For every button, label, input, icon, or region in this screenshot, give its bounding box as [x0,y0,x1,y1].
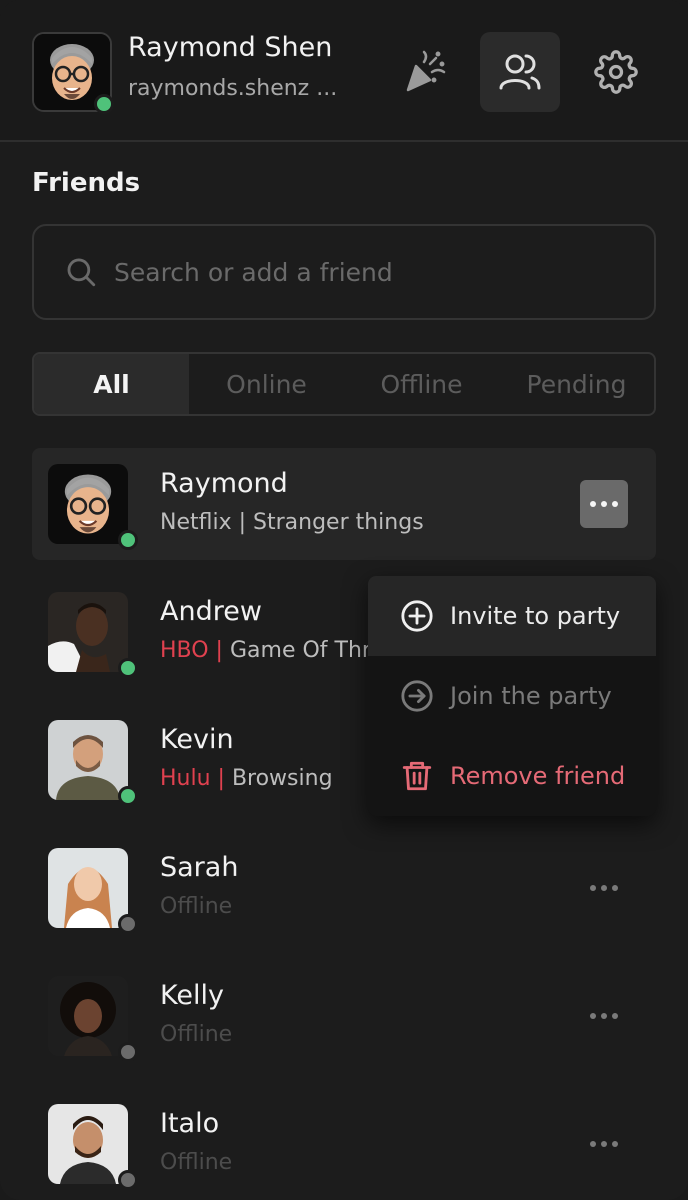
dot-icon [590,1013,596,1019]
kelly-photo [48,976,128,1056]
dot-icon [601,501,607,507]
andrew-photo [48,592,128,672]
profile-header: Raymond Shen raymonds.shenz ... [0,0,688,142]
dot-icon [601,885,607,891]
friend-activity: Offline [160,894,233,919]
friend-row[interactable]: Italo Offline [32,1088,656,1200]
friends-panel: Raymond Shen raymonds.shenz ... Friends … [0,0,688,1200]
friend-activity: Hulu | Browsing [160,766,333,791]
friend-activity: Offline [160,1022,233,1047]
friend-name: Andrew [160,596,262,627]
search-input[interactable] [114,257,614,287]
more-options-button[interactable] [580,992,628,1040]
search-box [32,224,656,320]
party-button[interactable] [384,32,464,112]
dot-icon [612,501,618,507]
party-popper-icon [406,50,446,92]
friend-row[interactable]: Sarah Offline [32,832,656,944]
friend-activity: Offline [160,1150,233,1175]
dot-icon [590,1141,596,1147]
avatar [48,464,138,550]
more-options-button[interactable] [580,1120,628,1168]
tab-online[interactable]: Online [189,354,344,414]
invite-to-party-item[interactable]: Invite to party [368,576,656,656]
friend-row[interactable]: Raymond Netflix | Stranger things [32,448,656,560]
gear-icon [594,50,638,94]
friend-name: Raymond [160,468,288,499]
dot-icon [590,501,596,507]
friend-name: Kelly [160,980,224,1011]
avatar [48,1104,138,1190]
friend-name: Italo [160,1108,220,1139]
user-avatar[interactable] [32,32,114,114]
avatar [48,976,138,1062]
offline-status-dot [118,914,138,934]
remove-friend-item[interactable]: Remove friend [368,736,656,816]
friends-button[interactable] [480,32,560,112]
online-status-dot [118,786,138,806]
friend-name: Kevin [160,724,234,755]
join-party-item[interactable]: Join the party [368,656,656,736]
tab-all[interactable]: All [34,354,189,414]
friend-activity: Netflix | Stranger things [160,510,424,535]
friends-title: Friends [32,168,141,198]
offline-status-dot [118,1042,138,1062]
dot-icon [590,885,596,891]
plus-circle-icon [401,600,433,632]
online-status-dot [94,94,114,114]
friend-row[interactable]: Kelly Offline [32,960,656,1072]
dot-icon [612,1013,618,1019]
tab-pending[interactable]: Pending [499,354,654,414]
menu-item-label: Invite to party [450,602,621,630]
user-name: Raymond Shen [128,32,333,63]
dot-icon [612,1141,618,1147]
offline-status-dot [118,1170,138,1190]
online-status-dot [118,530,138,550]
tab-offline[interactable]: Offline [344,354,499,414]
dot-icon [601,1141,607,1147]
kevin-photo [48,720,128,800]
user-handle: raymonds.shenz ... [128,76,338,101]
friends-filter-tabs: All Online Offline Pending [32,352,656,416]
more-options-button[interactable] [580,864,628,912]
search-icon [67,258,96,287]
friend-context-menu: Invite to party Join the party Remove fr… [368,576,656,816]
sarah-photo [48,848,128,928]
menu-item-label: Join the party [450,682,612,710]
users-icon [499,54,541,90]
avatar [48,592,138,678]
avatar [48,848,138,934]
memoji-avatar-image [48,464,128,544]
friend-name: Sarah [160,852,239,883]
italo-photo [48,1104,128,1184]
avatar [48,720,138,806]
dot-icon [612,885,618,891]
online-status-dot [118,658,138,678]
settings-button[interactable] [576,32,656,112]
dot-icon [601,1013,607,1019]
menu-item-label: Remove friend [450,762,626,790]
trash-icon [402,761,432,791]
arrow-right-circle-icon [401,680,433,712]
more-options-button[interactable] [580,480,628,528]
